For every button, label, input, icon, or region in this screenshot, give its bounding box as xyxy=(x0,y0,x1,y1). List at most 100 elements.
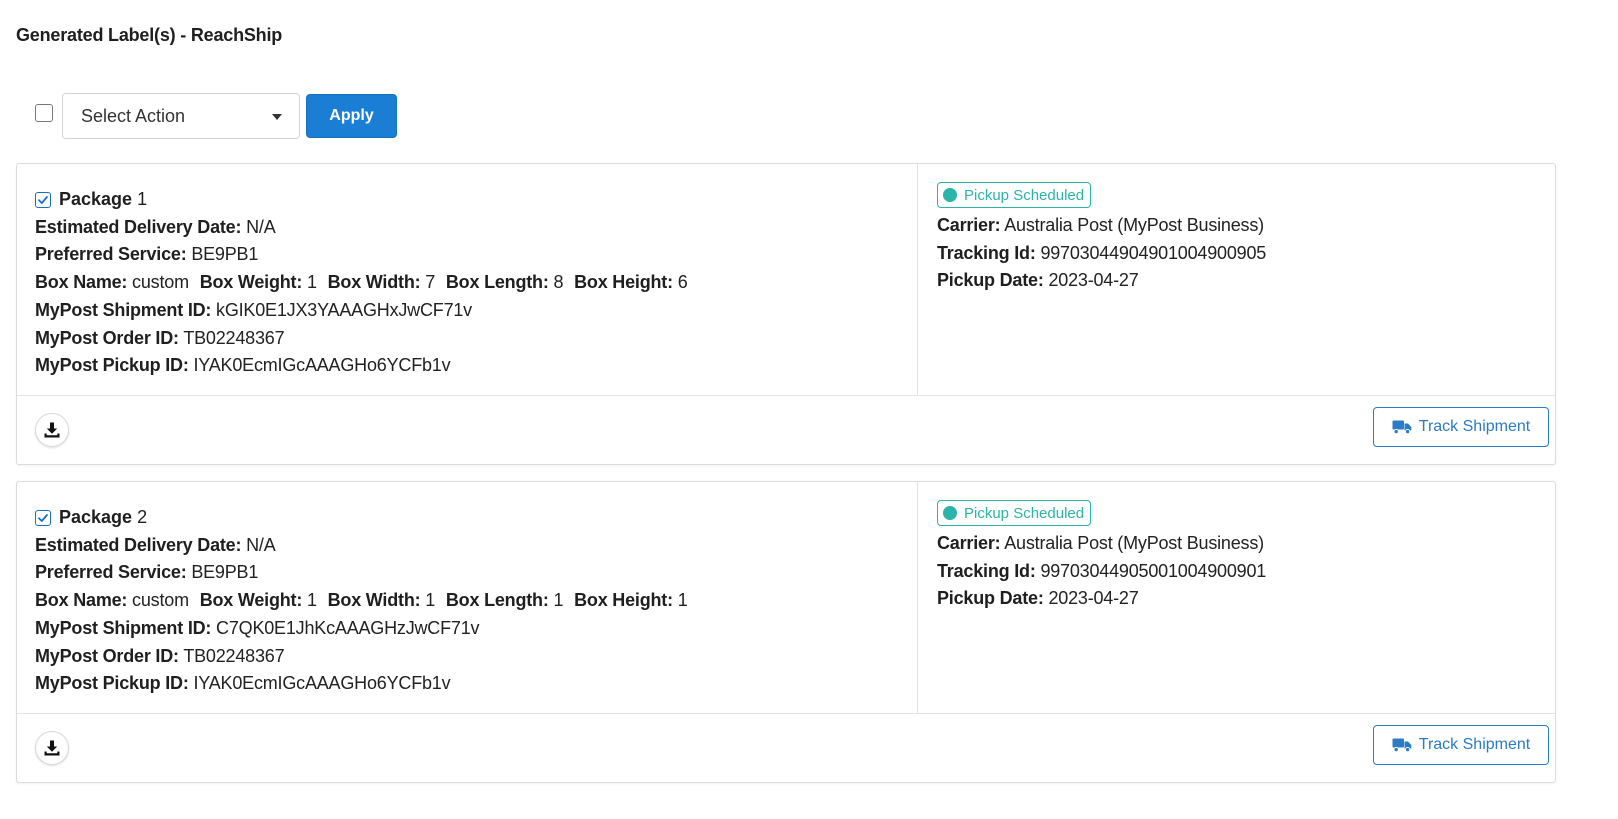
box-length-label: Box Length: xyxy=(445,272,549,293)
box-height-label: Box Height: xyxy=(574,590,673,611)
carrier-value: Australia Post (MyPost Business) xyxy=(1004,533,1264,553)
track-shipment-button[interactable]: Track Shipment xyxy=(1373,407,1549,447)
shipment-id-label: MyPost Shipment ID: xyxy=(35,299,212,320)
package-actions: Track Shipment xyxy=(17,396,1555,464)
page-title: Generated Label(s) - ReachShip xyxy=(16,25,283,45)
tracking-id-label: Tracking Id: xyxy=(937,242,1036,263)
package-actions: Track Shipment xyxy=(17,714,1555,782)
package-title: Package xyxy=(59,189,133,209)
tracking-id-row: Tracking Id: 99703044904901004900905 xyxy=(937,240,1555,268)
pickup-date-value: 2023-04-27 xyxy=(1048,270,1139,291)
box-name-label: Box Name: xyxy=(35,272,128,293)
box-name-value: custom xyxy=(132,590,189,611)
estimated-delivery-value: N/A xyxy=(246,216,276,237)
status-dot-icon xyxy=(943,188,957,202)
shipment-id-label: MyPost Shipment ID: xyxy=(35,617,212,638)
carrier-label: Carrier: xyxy=(937,533,1001,553)
pickup-date-label: Pickup Date: xyxy=(937,588,1044,609)
select-all-checkbox[interactable] xyxy=(35,104,53,122)
box-details-row: Box Name: custom Box Weight: 1 Box Width… xyxy=(35,587,917,615)
tracking-id-row: Tracking Id: 99703044905001004900901 xyxy=(937,558,1555,586)
package-title: Package xyxy=(59,507,133,527)
pickup-id-row: MyPost Pickup ID: IYAK0EcmIGcAAAGHo6YCFb… xyxy=(35,670,917,698)
caret-down-icon xyxy=(272,114,282,120)
package-details: Package 2 Estimated Delivery Date: N/A P… xyxy=(17,482,1555,714)
package-checkbox[interactable] xyxy=(35,509,51,526)
carrier-row: Carrier: Australia Post (MyPost Business… xyxy=(937,212,1555,240)
download-icon xyxy=(44,740,60,756)
preferred-service-label: Preferred Service: xyxy=(35,244,187,265)
box-length-label: Box Length: xyxy=(445,590,549,611)
order-id-label: MyPost Order ID: xyxy=(35,327,179,348)
download-label-button[interactable] xyxy=(35,413,69,447)
apply-button[interactable]: Apply xyxy=(306,94,397,138)
select-action-value: Select Action xyxy=(81,105,186,126)
pickup-id-value: IYAK0EcmIGcAAAGHo6YCFb1v xyxy=(193,355,451,376)
status-text: Pickup Scheduled xyxy=(964,504,1085,522)
checkmark-icon xyxy=(38,195,48,204)
preferred-service-value: BE9PB1 xyxy=(191,562,259,583)
box-name-value: custom xyxy=(132,272,189,293)
order-id-value: TB02248367 xyxy=(183,645,285,666)
download-icon xyxy=(44,422,60,438)
box-width-label: Box Width: xyxy=(327,590,421,611)
shipment-id-row: MyPost Shipment ID: kGIK0E1JX3YAAAGHxJwC… xyxy=(35,297,917,325)
box-length-value: 1 xyxy=(553,590,564,611)
tracking-id-value: 99703044905001004900901 xyxy=(1040,560,1267,581)
shipment-id-row: MyPost Shipment ID: C7QK0E1JhKcAAAGHzJwC… xyxy=(35,615,917,643)
bulk-action-toolbar: Select Action Apply xyxy=(16,92,397,140)
download-label-button[interactable] xyxy=(35,731,69,765)
status-badge: Pickup Scheduled xyxy=(937,182,1092,208)
package-header: Package 1 xyxy=(35,186,917,214)
box-details-row: Box Name: custom Box Weight: 1 Box Width… xyxy=(35,269,917,297)
package-card: Package 1 Estimated Delivery Date: N/A P… xyxy=(16,163,1556,465)
estimated-delivery-row: Estimated Delivery Date: N/A xyxy=(35,532,917,560)
checkmark-icon xyxy=(38,513,48,522)
package-info: Package 1 Estimated Delivery Date: N/A P… xyxy=(17,164,918,396)
status-badge: Pickup Scheduled xyxy=(937,500,1092,526)
shipment-id-value: C7QK0E1JhKcAAAGHzJwCF71v xyxy=(216,617,480,638)
box-weight-value: 1 xyxy=(306,272,317,293)
package-number: 2 xyxy=(137,507,148,527)
package-header: Package 2 xyxy=(35,504,917,532)
package-card: Package 2 Estimated Delivery Date: N/A P… xyxy=(16,481,1556,783)
shipment-id-value: kGIK0E1JX3YAAAGHxJwCF71v xyxy=(216,299,472,320)
carrier-label: Carrier: xyxy=(937,215,1001,235)
carrier-value: Australia Post (MyPost Business) xyxy=(1004,215,1264,235)
order-id-row: MyPost Order ID: TB02248367 xyxy=(35,325,917,353)
preferred-service-value: BE9PB1 xyxy=(191,244,259,265)
select-action-dropdown[interactable]: Select Action xyxy=(62,93,300,139)
tracking-id-value: 99703044904901004900905 xyxy=(1040,242,1267,263)
box-name-label: Box Name: xyxy=(35,590,128,611)
track-shipment-label: Track Shipment xyxy=(1418,418,1531,435)
pickup-id-label: MyPost Pickup ID: xyxy=(35,355,189,376)
pickup-id-label: MyPost Pickup ID: xyxy=(35,673,189,694)
box-height-value: 1 xyxy=(677,590,688,611)
box-weight-value: 1 xyxy=(306,590,317,611)
package-number: 1 xyxy=(137,189,148,209)
estimated-delivery-label: Estimated Delivery Date: xyxy=(35,534,242,555)
truck-icon xyxy=(1392,420,1412,435)
pickup-date-row: Pickup Date: 2023-04-27 xyxy=(937,585,1555,613)
truck-icon xyxy=(1392,738,1412,753)
tracking-id-label: Tracking Id: xyxy=(937,560,1036,581)
preferred-service-row: Preferred Service: BE9PB1 xyxy=(35,559,917,587)
package-checkbox[interactable] xyxy=(35,191,51,208)
carrier-row: Carrier: Australia Post (MyPost Business… xyxy=(937,530,1555,558)
status-dot-icon xyxy=(943,506,957,520)
pickup-date-value: 2023-04-27 xyxy=(1048,588,1139,609)
box-height-value: 6 xyxy=(677,272,688,293)
pickup-date-row: Pickup Date: 2023-04-27 xyxy=(937,267,1555,295)
status-text: Pickup Scheduled xyxy=(964,186,1085,204)
package-details: Package 1 Estimated Delivery Date: N/A P… xyxy=(17,164,1555,396)
box-weight-label: Box Weight: xyxy=(199,590,303,611)
preferred-service-row: Preferred Service: BE9PB1 xyxy=(35,241,917,269)
order-id-value: TB02248367 xyxy=(183,327,285,348)
estimated-delivery-label: Estimated Delivery Date: xyxy=(35,216,242,237)
track-shipment-button[interactable]: Track Shipment xyxy=(1373,725,1549,765)
track-shipment-label: Track Shipment xyxy=(1418,736,1531,753)
box-width-value: 1 xyxy=(425,590,436,611)
box-length-value: 8 xyxy=(553,272,564,293)
order-id-row: MyPost Order ID: TB02248367 xyxy=(35,643,917,671)
box-width-label: Box Width: xyxy=(327,272,421,293)
